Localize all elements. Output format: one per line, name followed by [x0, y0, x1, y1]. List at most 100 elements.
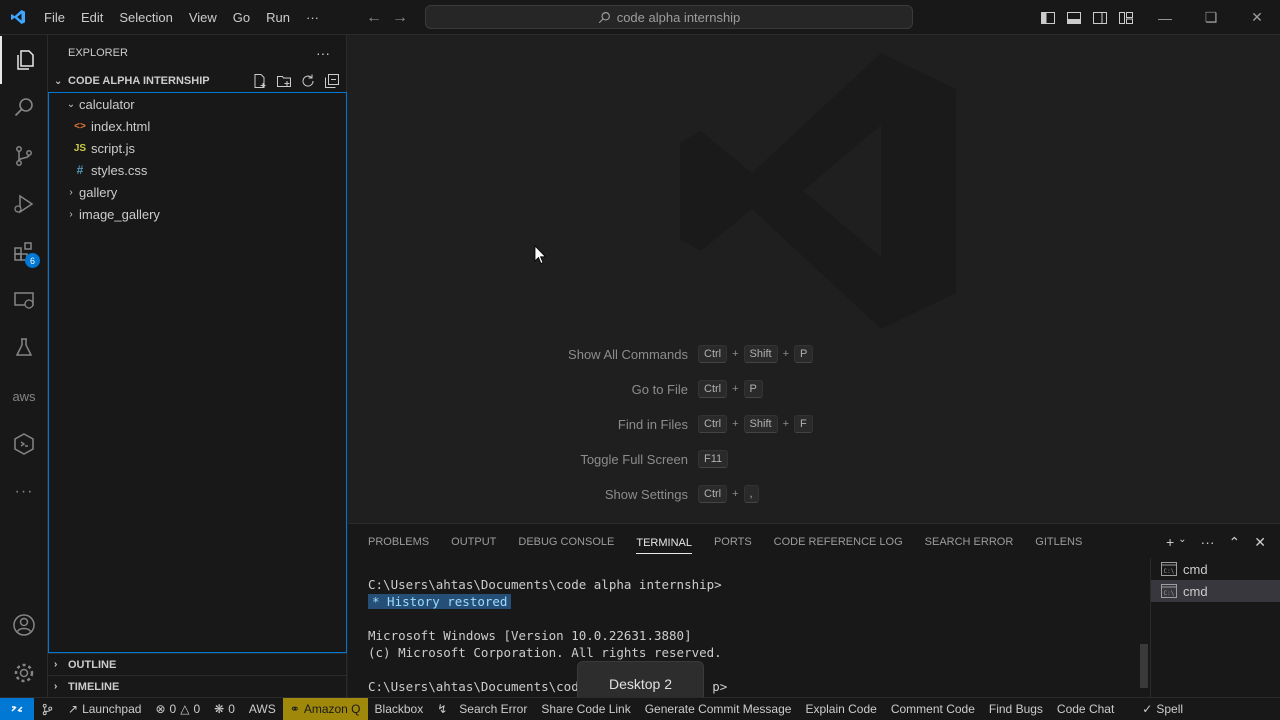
refresh-icon[interactable] — [300, 73, 316, 89]
status-comment-code[interactable]: Comment Code — [884, 698, 982, 720]
outline-section[interactable]: › OUTLINE — [48, 653, 347, 675]
toggle-secondary-sidebar-icon[interactable] — [1092, 10, 1108, 26]
menu-run[interactable]: Run — [258, 0, 298, 35]
forward-arrow-icon[interactable]: → — [392, 9, 408, 27]
panel-more-icon[interactable]: ··· — [1201, 534, 1215, 551]
cmd-terminal-icon: C:\ — [1161, 584, 1177, 598]
terminal-scrollbar[interactable] — [1140, 644, 1148, 688]
settings-gear-icon[interactable] — [0, 649, 48, 697]
link-icon: ⚭ — [289, 701, 300, 716]
tree-item-label: image_gallery — [79, 206, 160, 222]
menu-selection[interactable]: Selection — [111, 0, 180, 35]
status-aws[interactable]: AWS — [242, 698, 283, 720]
status-amazon-q-label: Amazon Q — [303, 701, 361, 716]
css-file-icon: # — [76, 163, 84, 177]
key-cap: Ctrl — [698, 345, 728, 363]
status-spell[interactable]: ✓ Spell — [1135, 698, 1190, 720]
command-center-search[interactable]: code alpha internship — [425, 5, 913, 29]
tree-item-label: calculator — [79, 96, 135, 112]
maximize-panel-chevron-up-icon[interactable]: ⌃ — [1229, 534, 1241, 551]
tree-folder-gallery[interactable]: › gallery — [49, 181, 346, 203]
menu-more[interactable]: ··· — [298, 0, 327, 35]
tree-item-label: index.html — [91, 118, 151, 134]
tab-output[interactable]: OUTPUT — [451, 524, 496, 560]
sidebar-title: EXPLORER — [68, 46, 128, 59]
tab-search-error[interactable]: SEARCH ERROR — [925, 524, 1014, 560]
search-icon[interactable] — [0, 84, 48, 132]
status-bar: ↗ Launchpad ⊗ 0 △ 0 ❋ 0 AWS ⚭ Amazon Q B… — [0, 697, 1280, 720]
tab-ports[interactable]: PORTS — [714, 524, 752, 560]
remote-indicator-icon[interactable] — [0, 697, 34, 720]
testing-icon[interactable] — [0, 324, 48, 372]
status-problems[interactable]: ⊗ 0 △ 0 — [148, 698, 207, 720]
accounts-icon[interactable] — [0, 601, 48, 649]
key-cap: Ctrl — [698, 485, 728, 503]
toggle-panel-icon[interactable] — [1066, 10, 1082, 26]
antenna-icon: ❋ — [214, 701, 225, 716]
extensions-icon[interactable]: 6 — [0, 228, 48, 276]
close-icon[interactable]: ✕ — [1234, 9, 1280, 26]
menu-file[interactable]: File — [36, 0, 73, 35]
editor-area[interactable]: Show All Commands Ctrl + Shift + P Go to F… — [348, 35, 1280, 523]
status-explain-code[interactable]: Explain Code — [798, 698, 883, 720]
terminal-output[interactable]: C:\Users\ahtas\Documents\code alpha inte… — [368, 576, 1128, 695]
status-amazon-q[interactable]: ⚭ Amazon Q — [282, 697, 368, 720]
status-find-bugs[interactable]: Find Bugs — [982, 698, 1050, 720]
cmd-terminal-icon: C:\ — [1161, 562, 1177, 576]
sidebar-more-actions[interactable]: ··· — [316, 45, 330, 61]
terminal-instance-cmd[interactable]: C:\ cmd — [1151, 558, 1280, 580]
tab-problems[interactable]: PROBLEMS — [368, 524, 429, 560]
tab-code-reference-log[interactable]: CODE REFERENCE LOG — [774, 524, 903, 560]
aws-icon[interactable]: aws — [0, 372, 48, 420]
tab-debug-console[interactable]: DEBUG CONSOLE — [518, 524, 614, 560]
terminal-line: Microsoft Windows [Version 10.0.22631.38… — [368, 628, 692, 643]
remote-explorer-icon[interactable] — [0, 276, 48, 324]
aws-label: aws — [12, 388, 36, 404]
restore-icon[interactable]: ❏ — [1188, 9, 1234, 26]
status-code-chat[interactable]: Code Chat — [1050, 698, 1121, 720]
shortcut-label: Show Settings — [604, 486, 688, 502]
run-debug-icon[interactable] — [0, 180, 48, 228]
menu-edit[interactable]: Edit — [73, 0, 111, 35]
customize-layout-icon[interactable] — [1118, 10, 1134, 26]
new-folder-icon[interactable] — [276, 73, 292, 89]
git-sync-icon[interactable] — [34, 698, 61, 720]
status-blackbox[interactable]: Blackbox — [368, 698, 431, 720]
status-search-error[interactable]: ↯ Search Error — [430, 698, 534, 720]
terminal-instance-cmd-active[interactable]: C:\ cmd — [1151, 580, 1280, 602]
status-launchpad[interactable]: ↗ Launchpad — [61, 698, 148, 720]
shortcut-toggle-full-screen: Toggle Full Screen F11 — [558, 449, 729, 469]
shortcut-label: Find in Files — [617, 416, 688, 432]
tree-folder-image-gallery[interactable]: › image_gallery — [49, 203, 346, 225]
new-terminal-plus-icon[interactable]: + — [1166, 534, 1174, 551]
tree-file-script-js[interactable]: JS script.js — [49, 137, 346, 159]
timeline-section[interactable]: › TIMELINE — [48, 675, 347, 697]
tab-gitlens[interactable]: GITLENS — [1035, 524, 1082, 560]
key-cap: Shift — [743, 415, 778, 433]
source-control-icon[interactable] — [0, 132, 48, 180]
js-file-icon: JS — [73, 142, 87, 154]
toggle-primary-sidebar-icon[interactable] — [1040, 10, 1056, 26]
menu-go[interactable]: Go — [225, 0, 258, 35]
warning-count: 0 — [193, 701, 201, 716]
tree-file-styles-css[interactable]: # styles.css — [49, 159, 346, 181]
status-ports[interactable]: ❋ 0 — [207, 698, 242, 720]
new-file-icon[interactable] — [252, 73, 268, 89]
chevron-right-icon: › — [69, 186, 73, 198]
close-panel-icon[interactable]: ✕ — [1254, 534, 1266, 551]
tree-folder-calculator[interactable]: ⌄ calculator — [49, 93, 346, 115]
back-arrow-icon[interactable]: ← — [366, 9, 382, 27]
tab-terminal[interactable]: TERMINAL — [636, 530, 692, 554]
file-tree: ⌄ calculator <> index.html JS script.js … — [48, 92, 347, 653]
tree-file-index-html[interactable]: <> index.html — [49, 115, 346, 137]
status-share-code-link[interactable]: Share Code Link — [534, 698, 637, 720]
menu-view[interactable]: View — [181, 0, 225, 35]
minimize-icon[interactable]: — — [1142, 10, 1188, 26]
more-views-icon[interactable]: ··· — [0, 468, 48, 516]
terminal-dropdown-chevron-icon[interactable]: ⌄ — [1178, 534, 1186, 551]
codewhisperer-hex-icon[interactable] — [0, 420, 48, 468]
status-generate-commit-message[interactable]: Generate Commit Message — [638, 698, 799, 720]
svg-text:C:\: C:\ — [1164, 590, 1175, 597]
explorer-icon[interactable] — [0, 36, 48, 84]
collapse-all-icon[interactable] — [324, 73, 340, 89]
